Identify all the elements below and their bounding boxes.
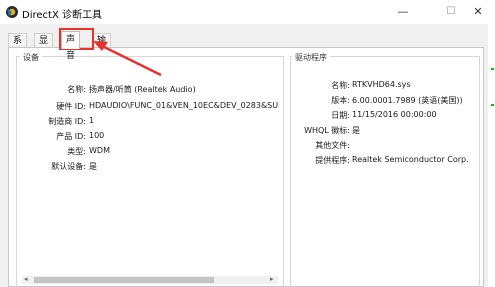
directx-app-icon xyxy=(6,6,18,18)
driver-version-value: 6.00.0001.7989 (英语(美国)) xyxy=(352,96,463,105)
background-window-edge xyxy=(488,24,495,287)
other-files-label: 其他文件: xyxy=(315,141,350,150)
type-value: WDM xyxy=(89,146,110,155)
default-device-label: 默认设备: xyxy=(51,162,86,171)
driver-date-label: 日期: xyxy=(331,111,350,120)
close-button[interactable]: ✕ xyxy=(461,0,495,24)
window-title: DirectX 诊断工具 xyxy=(22,10,102,21)
background-mark xyxy=(491,68,494,70)
driver-version-label: 版本: xyxy=(331,96,350,105)
type-label: 类型: xyxy=(67,147,86,156)
device-group-title: 设备 xyxy=(20,52,42,63)
driver-name-value: RTKVHD64.sys xyxy=(352,80,411,89)
tab-sound[interactable]: 声音 xyxy=(61,31,81,61)
scroll-left-arrow-icon[interactable]: ◂ xyxy=(24,275,28,283)
hardware-id-label: 硬件 ID: xyxy=(56,102,86,111)
device-name-value: 扬声器/听筒 (Realtek Audio) xyxy=(89,85,196,94)
hardware-id-value: HDAUDIO\FUNC_01&VEN_10EC&DEV_0283&SUBSYS… xyxy=(89,101,279,110)
driver-group xyxy=(290,56,480,287)
default-device-value: 是 xyxy=(89,162,97,171)
scroll-right-arrow-icon[interactable]: ▸ xyxy=(270,275,274,283)
device-name-label: 名称: xyxy=(67,85,86,94)
whql-logo-label: WHQL 徽标: xyxy=(304,126,350,135)
tab-system[interactable]: 系统 xyxy=(8,33,28,60)
manufacturer-id-label: 制造商 ID: xyxy=(48,117,86,126)
product-id-value: 100 xyxy=(89,131,105,140)
scrollbar-thumb[interactable] xyxy=(34,277,214,283)
whql-logo-value: 是 xyxy=(352,126,360,135)
driver-name-label: 名称: xyxy=(331,81,350,90)
minimize-button[interactable]: — xyxy=(386,0,420,24)
manufacturer-id-value: 1 xyxy=(89,116,95,125)
provider-value: Realtek Semiconductor Corp. xyxy=(352,155,469,164)
title-bar: DirectX 诊断工具 — ☐ ✕ xyxy=(0,0,495,24)
background-mark xyxy=(491,104,494,106)
tab-input[interactable]: 输入 xyxy=(92,33,112,60)
provider-label: 提供程序: xyxy=(315,156,350,165)
product-id-label: 产品 ID: xyxy=(56,132,86,141)
tab-display[interactable]: 显示 xyxy=(34,33,54,60)
device-horizontal-scrollbar[interactable]: ◂ ▸ xyxy=(22,275,278,284)
driver-group-title: 驱动程序 xyxy=(292,52,330,63)
driver-date-value: 11/15/2016 00:00:00 xyxy=(352,110,437,119)
